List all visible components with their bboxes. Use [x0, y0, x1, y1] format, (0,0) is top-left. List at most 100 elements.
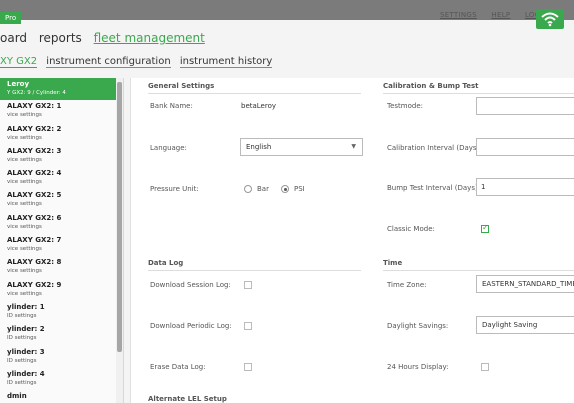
time-heading: Time — [383, 259, 403, 267]
sidebar-item[interactable]: ylinder: 4 ID settings — [0, 368, 123, 390]
sidebar-item[interactable]: ALAXY GX2: 2 vice settings — [0, 123, 123, 145]
daylight-savings-label: Daylight Savings: — [387, 322, 449, 330]
sidebar-item-title: dmin — [7, 392, 27, 401]
language-select-value: English — [246, 143, 272, 151]
sidebar-item-title: ALAXY GX2: 5 — [7, 191, 62, 200]
sidebar-item-sub: vice settings — [7, 223, 42, 230]
sidebar-item-sub: vice settings — [7, 179, 42, 186]
help-link[interactable]: HELP — [491, 11, 510, 19]
instrument-sidebar: Leroy Y GX2: 9 / Cylinder: 4 ALAXY GX2: 1… — [0, 78, 124, 403]
settings-panel: General Settings Bank Name: betaLeroy La… — [130, 78, 574, 403]
language-select[interactable]: English ▼ — [240, 138, 363, 156]
sidebar-item-title: ALAXY GX2: 3 — [7, 146, 62, 155]
download-session-log-label: Download Session Log: — [150, 281, 231, 289]
24-hours-display-label: 24 Hours Display: — [387, 363, 449, 371]
subtab-galaxy-gx2[interactable]: XY GX2 — [0, 56, 38, 68]
tab-dashboard[interactable]: oard — [0, 31, 27, 45]
erase-data-log-checkbox[interactable] — [244, 363, 252, 371]
sidebar-item[interactable]: ALAXY GX2: 4 vice settings — [0, 167, 123, 189]
chevron-down-icon: ▼ — [351, 143, 356, 150]
divider — [148, 270, 361, 271]
data-log-heading: Data Log — [148, 259, 184, 267]
bank-name-value: betaLeroy — [241, 102, 277, 110]
sidebar-item-sub: ID settings — [7, 312, 37, 319]
daylight-savings-select[interactable]: Daylight Saving — [476, 316, 574, 334]
divider — [383, 270, 574, 271]
pressure-psi-label: PSI — [294, 185, 305, 193]
general-settings-heading: General Settings — [148, 82, 215, 90]
sidebar-item-sub: vice settings — [7, 112, 42, 119]
calibration-interval-label: Calibration Interval (Days): — [387, 144, 482, 152]
calibration-interval-field[interactable] — [476, 138, 574, 156]
sidebar-item-title: ALAXY GX2: 1 — [7, 102, 62, 111]
brand-badge: Pro — [0, 12, 22, 24]
pressure-psi-radio[interactable] — [281, 185, 289, 193]
sidebar-item[interactable]: ALAXY GX2: 6 vice settings — [0, 212, 123, 234]
language-label: Language: — [150, 144, 187, 152]
subtab-instrument-configuration[interactable]: instrument configuration — [46, 56, 171, 68]
divider — [383, 93, 574, 94]
alternate-lel-heading: Alternate LEL Setup — [148, 395, 227, 403]
calibration-heading: Calibration & Bump Test — [383, 82, 479, 90]
download-periodic-log-checkbox[interactable] — [244, 322, 252, 330]
wifi-button[interactable] — [536, 9, 564, 29]
24-hours-display-checkbox[interactable] — [481, 363, 489, 371]
daylight-savings-select-value: Daylight Saving — [482, 321, 538, 329]
main-nav: oard reports fleet management — [0, 31, 213, 45]
sidebar-scrollbar-thumb[interactable] — [117, 82, 122, 352]
sidebar-item[interactable]: ALAXY GX2: 3 vice settings — [0, 145, 123, 167]
pressure-unit-label: Pressure Unit: — [150, 185, 199, 193]
erase-data-log-label: Erase Data Log: — [150, 363, 206, 371]
download-periodic-log-label: Download Periodic Log: — [150, 322, 232, 330]
classic-mode-checkbox[interactable] — [481, 223, 489, 233]
sidebar-item[interactable]: ALAXY GX2: 8 vice settings — [0, 256, 123, 278]
sidebar-item-title: ALAXY GX2: 6 — [7, 213, 62, 222]
sidebar-item-sub: vice settings — [7, 290, 42, 297]
bank-name-label: Bank Name: — [150, 102, 193, 110]
time-zone-label: Time Zone: — [387, 281, 427, 289]
time-zone-select-value: EASTERN_STANDARD_TIME — [482, 280, 574, 288]
bump-interval-field[interactable]: 1 — [476, 178, 574, 196]
sidebar-item[interactable]: ALAXY GX2: 7 vice settings — [0, 234, 123, 256]
sidebar-item-title: Leroy — [7, 80, 30, 88]
sidebar-item-sub: vice settings — [7, 134, 42, 141]
classic-mode-label: Classic Mode: — [387, 225, 435, 233]
sidebar-item-title: ylinder: 3 — [7, 347, 45, 356]
sidebar-item-sub: vice settings — [7, 246, 42, 253]
testmode-label: Testmode: — [387, 102, 423, 110]
sidebar-item[interactable]: ALAXY GX2: 5 vice settings — [0, 189, 123, 211]
time-zone-select[interactable]: EASTERN_STANDARD_TIME — [476, 275, 574, 293]
sidebar-item-title: ALAXY GX2: 8 — [7, 258, 62, 267]
sidebar-item-title: ylinder: 1 — [7, 302, 45, 311]
sidebar-item-sub: ID settings — [7, 335, 37, 342]
bump-interval-label: Bump Test Interval (Days): — [387, 184, 481, 192]
sidebar-item-sub: vice settings — [7, 268, 42, 275]
sidebar-item[interactable]: ylinder: 1 ID settings — [0, 301, 123, 323]
sidebar-item-sub: vice settings — [7, 156, 42, 163]
wifi-icon — [541, 12, 559, 27]
sidebar-item[interactable]: dmin — [0, 390, 123, 403]
sidebar-item[interactable]: ALAXY GX2: 1 vice settings — [0, 100, 123, 122]
sidebar-item-title: ALAXY GX2: 9 — [7, 280, 62, 289]
download-session-log-checkbox[interactable] — [244, 281, 252, 289]
sidebar-item[interactable]: Leroy Y GX2: 9 / Cylinder: 4 — [0, 78, 123, 101]
pressure-bar-label: Bar — [257, 185, 269, 193]
subtab-instrument-history[interactable]: instrument history — [179, 56, 273, 68]
sidebar-item[interactable]: ylinder: 3 ID settings — [0, 346, 123, 368]
sidebar-item-title: ylinder: 2 — [7, 325, 45, 334]
sidebar-item-title: ylinder: 4 — [7, 369, 45, 378]
sidebar-item-title: ALAXY GX2: 2 — [7, 124, 62, 133]
testmode-field[interactable] — [476, 97, 574, 115]
tab-reports[interactable]: reports — [39, 31, 82, 45]
sub-nav: XY GX2 instrument configuration instrume… — [0, 56, 278, 68]
sidebar-item-sub: ID settings — [7, 357, 37, 364]
sidebar-item[interactable]: ALAXY GX2: 9 vice settings — [0, 279, 123, 301]
tab-fleet-management[interactable]: fleet management — [94, 31, 205, 45]
sidebar-item-title: ALAXY GX2: 7 — [7, 236, 62, 245]
sidebar-item-title: ALAXY GX2: 4 — [7, 169, 62, 178]
divider — [148, 93, 361, 94]
settings-link[interactable]: SETTINGS — [440, 11, 477, 19]
sidebar-item[interactable]: ylinder: 2 ID settings — [0, 323, 123, 345]
pressure-bar-radio[interactable] — [244, 185, 252, 193]
sidebar-item-sub: vice settings — [7, 201, 42, 208]
